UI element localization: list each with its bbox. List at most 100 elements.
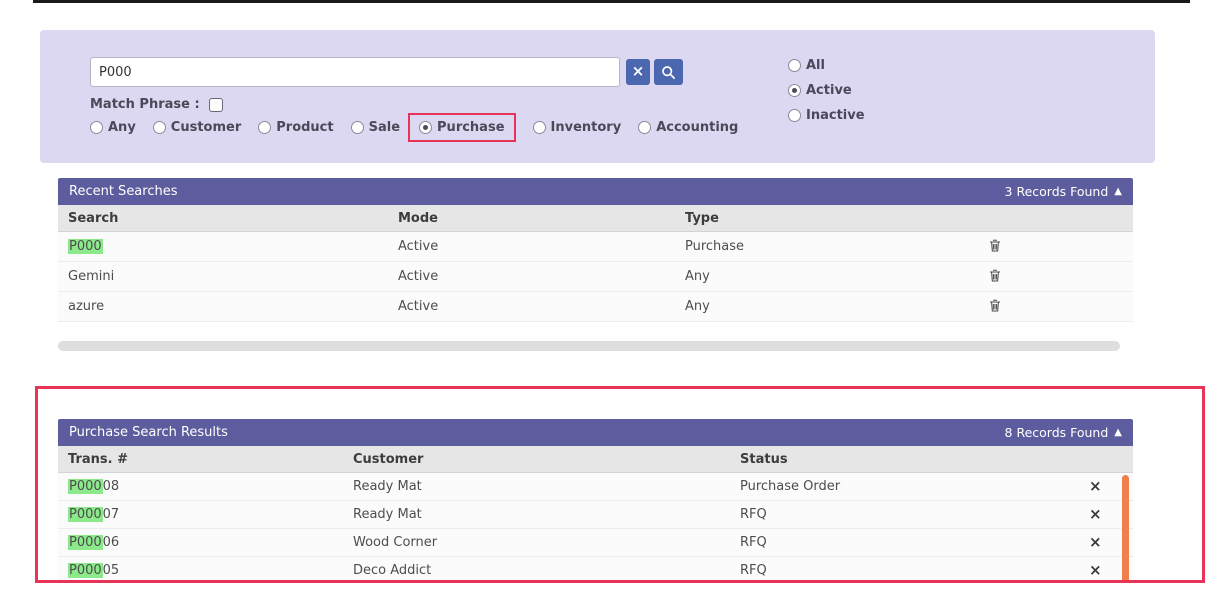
column-trans-number[interactable]: Trans. # <box>58 452 343 467</box>
trash-icon <box>989 299 1001 312</box>
table-row: P00006 Wood Corner RFQ × <box>58 529 1133 557</box>
radio-sale[interactable]: Sale <box>351 120 400 135</box>
customer-value: Deco Addict <box>343 563 730 578</box>
table-row: Gemini Active Any <box>58 262 1133 292</box>
column-search[interactable]: Search <box>58 211 388 226</box>
column-customer[interactable]: Customer <box>343 452 730 467</box>
radio-icon <box>788 109 801 122</box>
status-value: RFQ <box>730 535 1075 550</box>
radio-all-label: All <box>806 58 825 73</box>
purchase-records-found[interactable]: 8 Records Found ▲ <box>1005 425 1122 440</box>
purchase-radio-callout: Purchase <box>408 113 515 142</box>
customer-value: Wood Corner <box>343 535 730 550</box>
close-icon: × <box>632 62 645 80</box>
radio-active[interactable]: Active <box>788 83 865 98</box>
table-row: P00007 Ready Mat RFQ × <box>58 501 1133 529</box>
radio-customer-label: Customer <box>171 120 241 135</box>
table-row: P00005 Deco Addict RFQ × <box>58 557 1133 583</box>
radio-icon <box>788 59 801 72</box>
recent-searches-title: Recent Searches <box>69 184 178 199</box>
radio-product[interactable]: Product <box>258 120 333 135</box>
trans-number: P00008 <box>58 479 343 494</box>
recent-table-header: Search Mode Type <box>58 205 1133 232</box>
radio-accounting[interactable]: Accounting <box>638 120 738 135</box>
radio-product-label: Product <box>276 120 333 135</box>
radio-any-label: Any <box>108 120 136 135</box>
clear-search-button[interactable]: × <box>626 59 650 85</box>
radio-any[interactable]: Any <box>90 120 136 135</box>
delete-search-button[interactable] <box>985 237 1005 254</box>
purchase-results-panel: Purchase Search Results 8 Records Found … <box>58 419 1133 583</box>
trans-number: P00007 <box>58 507 343 522</box>
radio-customer[interactable]: Customer <box>153 120 241 135</box>
radio-accounting-label: Accounting <box>656 120 738 135</box>
trans-highlight: P000 <box>68 563 103 578</box>
status-radio-group: All Active Inactive <box>788 58 882 123</box>
purchase-table-header: Trans. # Customer Status <box>58 446 1133 473</box>
trans-suffix: 06 <box>103 535 120 550</box>
column-mode[interactable]: Mode <box>388 211 675 226</box>
customer-value: Ready Mat <box>343 507 730 522</box>
radio-inactive-label: Inactive <box>806 108 865 123</box>
close-icon: × <box>1089 479 1102 494</box>
search-panel: × Match Phrase : Any Customer Product Sa… <box>40 30 1155 163</box>
close-icon: × <box>1089 535 1102 550</box>
delete-search-button[interactable] <box>985 267 1005 284</box>
radio-purchase[interactable]: Purchase <box>419 120 504 135</box>
radio-inactive[interactable]: Inactive <box>788 108 865 123</box>
radio-inventory[interactable]: Inventory <box>533 120 622 135</box>
sort-asc-icon: ▲ <box>1114 428 1122 438</box>
window-top-border <box>33 0 1190 3</box>
type-value: Any <box>675 269 975 284</box>
type-value: Any <box>675 299 975 314</box>
close-icon: × <box>1089 563 1102 578</box>
sort-asc-icon: ▲ <box>1114 187 1122 197</box>
recent-searches-panel: Recent Searches 3 Records Found ▲ Search… <box>58 178 1133 322</box>
trans-highlight: P000 <box>68 507 103 522</box>
purchase-results-callout: Purchase Search Results 8 Records Found … <box>35 386 1205 583</box>
mode-value: Active <box>388 299 675 314</box>
customer-value: Ready Mat <box>343 479 730 494</box>
close-icon: × <box>1089 507 1102 522</box>
status-value: RFQ <box>730 507 1075 522</box>
match-phrase-row: Match Phrase : <box>90 97 223 112</box>
radio-checked-icon <box>788 84 801 97</box>
trans-suffix: 08 <box>103 479 120 494</box>
vertical-scrollbar[interactable] <box>1122 475 1129 583</box>
search-term-highlighted: P000 <box>68 239 103 254</box>
remove-result-button[interactable]: × <box>1085 505 1106 524</box>
search-icon <box>661 65 676 80</box>
mode-value: Active <box>388 269 675 284</box>
column-status[interactable]: Status <box>730 452 1075 467</box>
recent-records-count: 3 Records Found <box>1005 184 1109 199</box>
match-phrase-checkbox[interactable] <box>209 98 223 112</box>
search-input[interactable] <box>90 57 620 87</box>
search-button[interactable] <box>654 59 683 85</box>
radio-all[interactable]: All <box>788 58 865 73</box>
status-value: Purchase Order <box>730 479 1075 494</box>
purchase-results-header[interactable]: Purchase Search Results 8 Records Found … <box>58 419 1133 446</box>
trash-icon <box>989 269 1001 282</box>
recent-searches-header[interactable]: Recent Searches 3 Records Found ▲ <box>58 178 1133 205</box>
radio-inventory-label: Inventory <box>551 120 622 135</box>
recent-records-found[interactable]: 3 Records Found ▲ <box>1005 184 1122 199</box>
trans-highlight: P000 <box>68 535 103 550</box>
purchase-records-count: 8 Records Found <box>1005 425 1109 440</box>
delete-search-button[interactable] <box>985 297 1005 314</box>
radio-purchase-label: Purchase <box>437 120 504 135</box>
column-type[interactable]: Type <box>675 211 975 226</box>
trans-highlight: P000 <box>68 479 103 494</box>
radio-icon <box>258 121 271 134</box>
category-radio-group: Any Customer Product Sale Purchase Inven… <box>90 120 755 135</box>
horizontal-scrollbar[interactable] <box>58 341 1120 351</box>
purchase-results-title: Purchase Search Results <box>69 425 228 440</box>
trans-suffix: 05 <box>103 563 120 578</box>
radio-icon <box>638 121 651 134</box>
remove-result-button[interactable]: × <box>1085 477 1106 496</box>
remove-result-button[interactable]: × <box>1085 533 1106 552</box>
status-value: RFQ <box>730 563 1075 578</box>
table-row: azure Active Any <box>58 292 1133 322</box>
radio-icon <box>153 121 166 134</box>
remove-result-button[interactable]: × <box>1085 561 1106 580</box>
trans-number: P00005 <box>58 563 343 578</box>
